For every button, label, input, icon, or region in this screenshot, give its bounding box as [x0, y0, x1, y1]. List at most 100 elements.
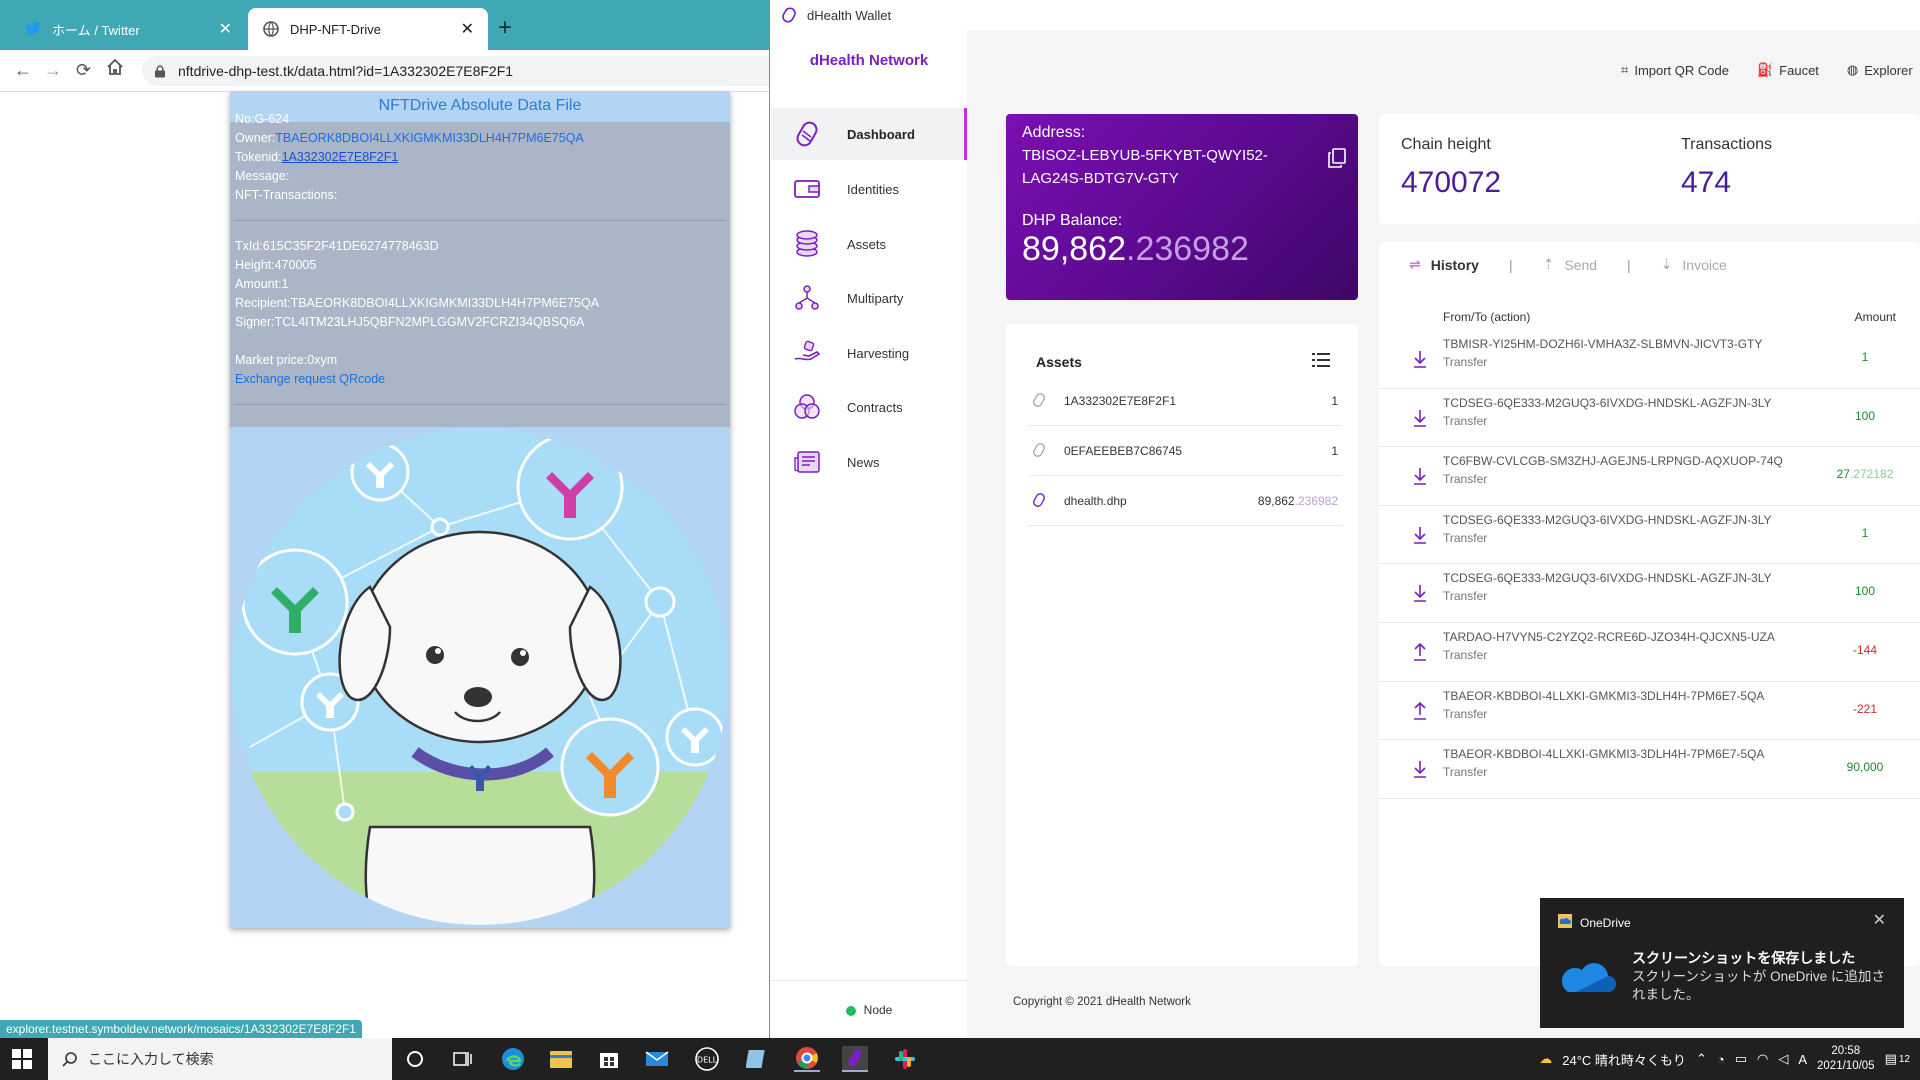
tokenid-link[interactable]: 1A332302E7E8F2F1 [282, 150, 399, 164]
nav-contracts[interactable]: Contracts [771, 381, 967, 433]
task-view-icon[interactable] [450, 1046, 476, 1072]
history-row[interactable]: TBAEOR-KBDBOI-4LLXKI-GMKMI3-3DLH4H-7PM6E… [1379, 682, 1920, 741]
explorer-button[interactable]: ◍ Explorer [1847, 62, 1913, 78]
dhealth-wallet-window: dHealth Wallet dHealth Network Dashboard… [771, 0, 1920, 1038]
weather-icon[interactable]: ☁ [1539, 1051, 1552, 1067]
history-row[interactable]: TC6FBW-CVLCGB-SM3ZHJ-AGEJN5-LRPNGD-AQXUO… [1379, 447, 1920, 506]
wifi-icon[interactable]: ◠ [1757, 1051, 1768, 1067]
history-address: TBAEOR-KBDBOI-4LLXKI-GMKMI3-3DLH4H-7PM6E… [1443, 688, 1765, 703]
nft-transactions-label: NFT-Transactions: [235, 188, 338, 202]
cortana-icon[interactable] [402, 1046, 428, 1072]
copy-icon[interactable] [1328, 148, 1346, 168]
divider [235, 220, 725, 221]
chrome-icon[interactable] [794, 1046, 820, 1072]
nav-assets[interactable]: Assets [771, 218, 967, 270]
lock-icon [154, 65, 166, 78]
nav-multiparty[interactable]: Multiparty [771, 272, 967, 324]
history-row[interactable]: TCDSEG-6QE333-M2GUQ3-6IVXDG-HNDSKL-AGZFJ… [1379, 506, 1920, 565]
back-icon[interactable]: ← [14, 60, 32, 81]
exchange-qr-link[interactable]: Exchange request QRcode [235, 372, 385, 386]
home-icon[interactable] [106, 58, 124, 81]
close-tab-icon[interactable]: ✕ [461, 19, 474, 39]
history-row[interactable]: TBAEOR-KBDBOI-4LLXKI-GMKMI3-3DLH4H-7PM6E… [1379, 740, 1920, 799]
nft-recipient: Recipient:TBAEORK8DBOI4LLXKIGMKMI33DLH4H… [235, 296, 600, 310]
amount-integer: 89,862 [1257, 493, 1295, 508]
list-icon[interactable] [1312, 352, 1330, 371]
volume-icon[interactable]: ◁ [1778, 1051, 1788, 1067]
node-status[interactable]: Node [771, 980, 967, 1017]
file-explorer-icon[interactable] [548, 1046, 574, 1072]
history-row[interactable]: TBMISR-YI25HM-DOZH6I-VMHA3Z-SLBMVN-JICVT… [1379, 330, 1920, 389]
taskbar-search[interactable]: ここに入力して検索 [48, 1038, 392, 1080]
import-qr-button[interactable]: ⌗ Import QR Code [1621, 62, 1729, 78]
history-type: Transfer [1443, 413, 1488, 428]
dhealth-wallet-taskbar-icon[interactable] [842, 1046, 868, 1072]
close-icon[interactable]: ✕ [1873, 910, 1886, 930]
assets-title: Assets [1036, 354, 1082, 370]
windows-start-icon[interactable] [12, 1049, 32, 1069]
chain-stats-card: Chain height 470072 Transactions 474 [1379, 114, 1920, 224]
wallet-sidebar: dHealth Network Dashboard Identities Ass… [771, 30, 967, 1038]
faucet-label: Faucet [1779, 62, 1819, 78]
notepad-icon[interactable] [744, 1046, 770, 1072]
battery-icon[interactable]: ▭ [1735, 1051, 1747, 1067]
reload-icon[interactable]: ⟳ [76, 60, 91, 81]
clock[interactable]: 20:58 2021/10/05 [1817, 1044, 1875, 1074]
close-tab-icon[interactable]: ✕ [219, 19, 232, 39]
toast-app-name: OneDrive [1580, 915, 1631, 930]
history-row[interactable]: TCDSEG-6QE333-M2GUQ3-6IVXDG-HNDSKL-AGZFJ… [1379, 564, 1920, 623]
history-type: Transfer [1443, 530, 1488, 545]
tab-history[interactable]: ⇌ History [1409, 256, 1479, 273]
nft-no: No:G-624 [235, 112, 290, 126]
history-list: TBMISR-YI25HM-DOZH6I-VMHA3Z-SLBMVN-JICVT… [1379, 330, 1920, 799]
tab-label: DHP-NFT-Drive [290, 21, 381, 37]
nav-news[interactable]: News [771, 436, 967, 488]
tab-invoice-label: Invoice [1682, 256, 1727, 273]
asset-row[interactable]: 0EFAEEBEB7C86745 1 [1028, 426, 1342, 476]
forward-icon[interactable]: → [44, 60, 62, 81]
tab-send[interactable]: ⇡ Send [1543, 256, 1597, 273]
history-row[interactable]: TCDSEG-6QE333-M2GUQ3-6IVXDG-HNDSKL-AGZFJ… [1379, 389, 1920, 448]
weather-text[interactable]: 24°C 晴れ時々くもり [1562, 1050, 1686, 1069]
balance-label: DHP Balance: [1022, 212, 1123, 229]
tab-nft-drive[interactable]: DHP-NFT-Drive ✕ [248, 8, 488, 50]
nav-label: Dashboard [847, 126, 915, 142]
store-icon[interactable] [596, 1046, 622, 1072]
edge-icon[interactable] [500, 1046, 526, 1072]
nav-label: Multiparty [847, 290, 904, 306]
incoming-icon [1413, 350, 1427, 368]
nav-dashboard[interactable]: Dashboard [771, 108, 967, 160]
network-icon[interactable]: ◔ [1717, 1052, 1725, 1067]
amount-integer: 27 [1836, 467, 1850, 482]
history-address: TCDSEG-6QE333-M2GUQ3-6IVXDG-HNDSKL-AGZFJ… [1443, 571, 1772, 586]
download-icon: ⇣ [1660, 256, 1673, 272]
faucet-button[interactable]: ⛽ Faucet [1757, 62, 1819, 78]
nav-identities[interactable]: Identities [771, 163, 967, 215]
nav-harvesting[interactable]: Harvesting [771, 327, 967, 379]
tab-invoice[interactable]: ⇣ Invoice [1661, 256, 1727, 273]
history-address: TCDSEG-6QE333-M2GUQ3-6IVXDG-HNDSKL-AGZFJ… [1443, 395, 1772, 410]
ime-indicator[interactable]: A [1798, 1052, 1807, 1067]
slack-icon[interactable] [892, 1046, 918, 1072]
mail-icon[interactable] [644, 1046, 670, 1072]
address-card: Address: TBISOZ-LEBYUB-5FKYBT-QWYI52-LAG… [1006, 114, 1358, 300]
chain-height-stat: Chain height 470072 [1401, 136, 1501, 200]
onedrive-toast[interactable]: OneDrive ✕ スクリーンショットを保存しました スクリーンショットが O… [1540, 898, 1904, 1028]
transactions-stat: Transactions 474 [1681, 136, 1772, 200]
history-row[interactable]: TARDAO-H7VYN5-C2YZQ2-RCRE6D-JZO34H-QJCXN… [1379, 623, 1920, 682]
faucet-icon: ⛽ [1756, 62, 1774, 77]
browser-window: ホーム / Twitter ✕ DHP-NFT-Drive ✕ + ← → ⟳ … [0, 0, 770, 1038]
asset-row[interactable]: dhealth.dhp 89,862.236982 [1028, 476, 1342, 526]
owner-link[interactable]: TBAEORK8DBOI4LLXKIGMKMI33DLH4H7PM6E75QA [275, 131, 583, 145]
node-label: Node [863, 1003, 893, 1017]
dell-icon[interactable]: DELL [694, 1046, 720, 1072]
new-tab-button[interactable]: + [498, 14, 512, 42]
top-actions: ⌗ Import QR Code ⛽ Faucet ◍ Explorer [1621, 62, 1913, 78]
chevron-up-icon[interactable]: ⌃ [1696, 1051, 1707, 1067]
tab-twitter[interactable]: ホーム / Twitter ✕ [10, 8, 246, 50]
nft-height: Height:470005 [235, 258, 317, 272]
asset-row[interactable]: 1A332302E7E8F2F1 1 [1028, 376, 1342, 426]
address-bar[interactable]: nftdrive-dhp-test.tk/data.html?id=1A3323… [142, 56, 769, 86]
history-amount: 1 [1861, 525, 1869, 540]
notification-center-icon[interactable]: ▤ 12 [1885, 1051, 1910, 1067]
